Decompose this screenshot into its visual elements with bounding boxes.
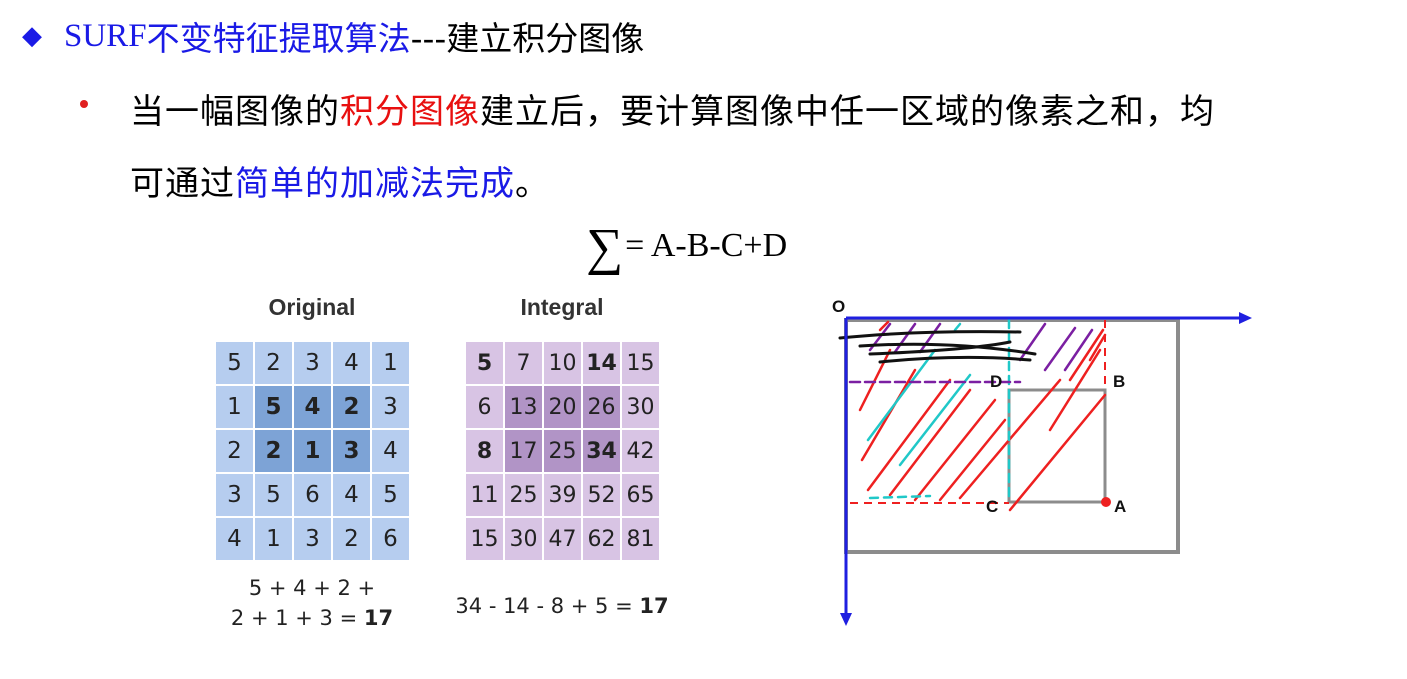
paragraph-line-1: 当一幅图像的积分图像建立后，要计算图像中任一区域的像素之和，均 (130, 84, 1215, 133)
sigma-icon: ∑ (586, 219, 624, 276)
grid-cell: 34 (581, 428, 622, 474)
grid-row: 5 7 10 14 15 (464, 340, 661, 386)
highlight-integral-image: 积分图像 (340, 92, 480, 132)
paragraph-text: 当一幅图像的 (130, 92, 340, 132)
grid-cell: 1 (253, 516, 294, 562)
grid-cell: 3 (331, 428, 372, 474)
grid-cell: 7 (503, 340, 544, 386)
paragraph-text: 可通过 (130, 164, 235, 204)
grid-cell: 39 (542, 472, 583, 518)
grid-cell: 15 (464, 516, 505, 562)
grid-row: 15423 (214, 384, 411, 430)
y-axis-arrow-icon (840, 613, 852, 626)
grid-cell: 3 (370, 384, 411, 430)
x-axis-arrow-icon (1239, 312, 1252, 324)
grid-row: 8 17 25 34 42 (464, 428, 661, 474)
grid-cell: 4 (331, 340, 372, 386)
grid-row: 15 30 47 62 81 (464, 516, 661, 562)
origin-label: O (832, 297, 845, 316)
grid-cell: 62 (581, 516, 622, 562)
integral-sum: 34 - 14 - 8 + 5 = 17 (450, 594, 674, 618)
grid-row: 35645 (214, 472, 411, 518)
grid-cell: 15 (620, 340, 661, 386)
formula-expression: = A-B-C+D (625, 227, 788, 264)
highlight-simple-arithmetic: 简单的加减法完成 (235, 164, 515, 204)
grid-cell: 1 (292, 428, 333, 474)
grid-cell: 5 (214, 340, 255, 386)
integral-title: Integral (520, 294, 604, 320)
integral-sum-result: 17 (639, 594, 669, 618)
grid-cell: 25 (503, 472, 544, 518)
query-region-box (1007, 388, 1107, 504)
diamond-bullet-icon: ◆ (22, 21, 42, 51)
grid-cell: 2 (331, 516, 372, 562)
grid-cell: 25 (542, 428, 583, 474)
grid-cell: 14 (581, 340, 622, 386)
black-scribble (838, 330, 1037, 364)
grid-cell: 3 (292, 340, 333, 386)
grid-cell: 5 (464, 340, 505, 386)
grid-cell: 4 (331, 472, 372, 518)
original-sum-line-1: 5 + 4 + 2 + (248, 576, 376, 600)
grid-cell: 11 (464, 472, 505, 518)
grid-cell: 30 (503, 516, 544, 562)
heading-black-text: ---建立积分图像 (410, 19, 645, 58)
grid-cell: 81 (620, 516, 661, 562)
grid-cell: 8 (464, 428, 505, 474)
grid-cell: 3 (214, 472, 255, 518)
sum-formula: ∑= A-B-C+D (586, 218, 787, 277)
grid-cell: 4 (292, 384, 333, 430)
grid-cell: 5 (370, 472, 411, 518)
original-sum-result: 17 (363, 606, 394, 630)
grid-row: 11 25 39 52 65 (464, 472, 661, 518)
grid-cell: 5 (253, 384, 294, 430)
grid-cell: 30 (620, 384, 661, 430)
grid-cell: 65 (620, 472, 661, 518)
heading-blue-text: 不变特征提取算法 (146, 19, 411, 58)
grid-cell: 2 (331, 384, 372, 430)
paragraph-text: 建立后，要计算图像中任一区域的像素之和，均 (480, 92, 1215, 132)
original-grid: 5234115423221343564541326 (214, 340, 411, 562)
grid-cell: 6 (292, 472, 333, 518)
grid-cell: 6 (464, 384, 505, 430)
paragraph-text: 。 (515, 164, 550, 204)
grid-cell: 5 (253, 472, 294, 518)
grid-cell: 13 (503, 384, 544, 430)
grid-cell: 2 (214, 428, 255, 474)
label-a: A (1114, 497, 1126, 516)
original-sum-line-2: 2 + 1 + 3 = 17 (214, 606, 410, 630)
grid-row: 22134 (214, 428, 411, 474)
heading-surf: SURF (64, 17, 147, 54)
grid-cell: 3 (292, 516, 333, 562)
integral-grid: 5 7 10 14 15 6 13 20 26 30 8 17 25 34 42 11 25 39 52 65 15 30… (464, 340, 661, 562)
grid-cell: 4 (370, 428, 411, 474)
grid-cell: 6 (370, 516, 411, 562)
point-a-marker (1101, 497, 1111, 507)
slide-heading: ◆ SURF 不变特征提取算法 ---建立积分图像 (22, 10, 644, 62)
grid-cell: 2 (253, 428, 294, 474)
label-c: C (986, 497, 998, 516)
grid-cell: 20 (542, 384, 583, 430)
grid-cell: 4 (214, 516, 255, 562)
grid-row: 52341 (214, 340, 411, 386)
grid-cell: 47 (542, 516, 583, 562)
integral-region-diagram: O B D C A (832, 297, 1252, 626)
grid-cell: 2 (253, 340, 294, 386)
bullet-dot-icon (80, 100, 88, 108)
integral-sum-expression: 34 - 14 - 8 + 5 = (455, 594, 640, 618)
grid-cell: 10 (542, 340, 583, 386)
grid-cell: 42 (620, 428, 661, 474)
label-b: B (1113, 372, 1125, 391)
paragraph-line-2: 可通过简单的加减法完成。 (130, 156, 550, 205)
grid-cell: 1 (370, 340, 411, 386)
grid-row: 41326 (214, 516, 411, 562)
grid-cell: 1 (214, 384, 255, 430)
grid-cell: 52 (581, 472, 622, 518)
grid-cell: 17 (503, 428, 544, 474)
grid-cell: 26 (581, 384, 622, 430)
grid-row: 6 13 20 26 30 (464, 384, 661, 430)
original-title: Original (268, 294, 356, 320)
label-d: D (990, 372, 1002, 391)
original-sum-expression: 2 + 1 + 3 = (230, 606, 364, 630)
